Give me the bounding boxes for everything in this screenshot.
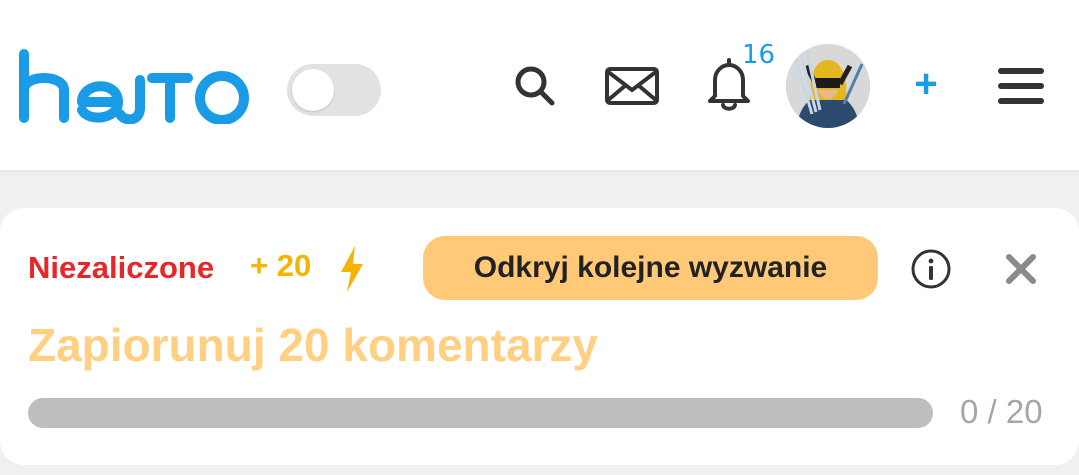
menu-icon[interactable]: [996, 64, 1046, 108]
mail-icon[interactable]: [604, 66, 660, 106]
theme-toggle[interactable]: [287, 64, 381, 116]
top-bar: 16 +: [0, 0, 1079, 170]
search-icon[interactable]: [512, 63, 556, 107]
user-avatar[interactable]: [786, 44, 870, 128]
challenge-status: Niezaliczone: [28, 250, 215, 285]
next-challenge-button[interactable]: Odkryj kolejne wyzwanie: [423, 236, 878, 300]
info-icon[interactable]: [910, 248, 952, 290]
progress-text: 0 / 20: [960, 393, 1043, 430]
notification-count-badge: 16: [742, 40, 776, 70]
add-post-button[interactable]: +: [908, 62, 944, 106]
avatar-image: [786, 44, 870, 128]
challenge-points: + 20: [250, 248, 312, 283]
lightning-icon: [341, 246, 363, 292]
hejto-logo[interactable]: [18, 48, 258, 124]
progress-bar: [28, 398, 933, 428]
toggle-knob: [292, 69, 334, 111]
challenge-title: Zapiorunuj 20 komentarzy: [28, 319, 599, 371]
close-icon[interactable]: [1004, 252, 1038, 286]
